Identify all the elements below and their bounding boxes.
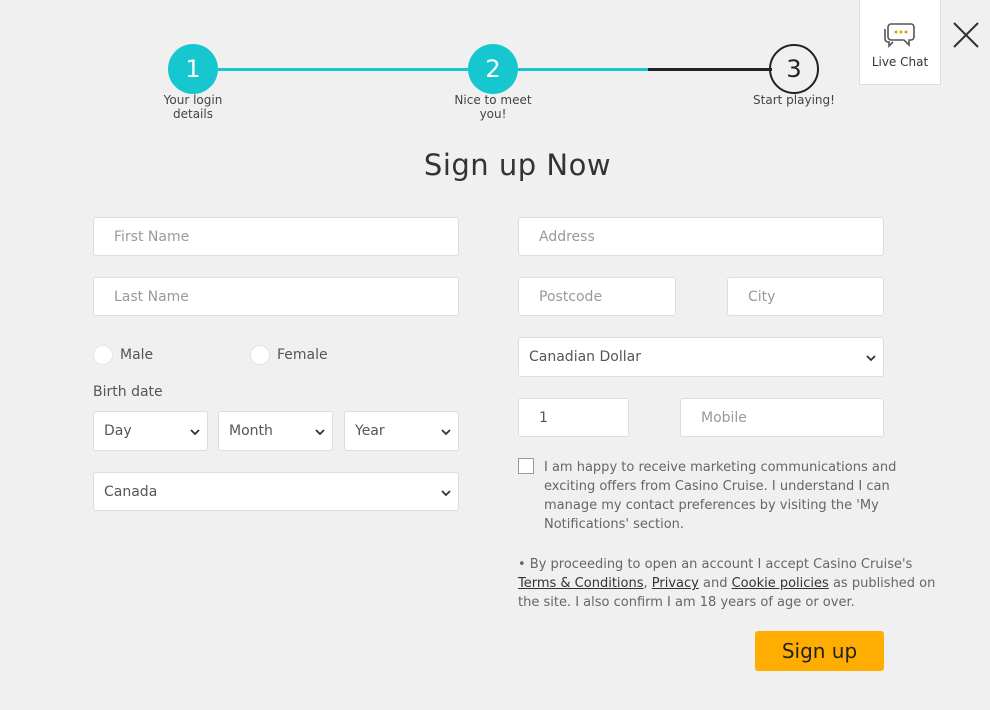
chevron-down-icon	[315, 429, 325, 436]
step-3-label: Start playing!	[753, 93, 835, 107]
postcode-input[interactable]	[518, 277, 676, 316]
birth-month-select[interactable]: Month	[218, 411, 333, 451]
birth-year-value: Year	[355, 423, 385, 439]
birth-day-value: Day	[104, 423, 132, 439]
chevron-down-icon	[190, 429, 200, 436]
gender-male-label: Male	[120, 347, 154, 363]
currency-value: Canadian Dollar	[529, 349, 641, 365]
step-2-circle: 2	[468, 44, 518, 94]
terms-and: and	[702, 576, 728, 591]
address-input[interactable]	[518, 217, 884, 256]
radio-circle[interactable]	[250, 345, 270, 365]
live-chat-button[interactable]: Live Chat	[859, 0, 941, 85]
step-1-number: 1	[185, 55, 201, 83]
gender-male-radio[interactable]: Male	[93, 345, 153, 365]
step-connector-2-3b	[648, 68, 772, 71]
step-3-circle: 3	[769, 44, 819, 94]
terms-notice: • By proceeding to open an account I acc…	[518, 557, 936, 610]
birth-date-label: Birth date	[93, 384, 163, 400]
terms-conditions-link[interactable]: Terms & Conditions	[518, 576, 644, 591]
step-connector-2-3a	[518, 68, 648, 71]
gender-female-label: Female	[277, 347, 328, 363]
gender-female-radio[interactable]: Female	[250, 345, 328, 365]
marketing-consent-text: I am happy to receive marketing communic…	[544, 460, 897, 532]
step-2-number: 2	[485, 55, 501, 83]
chat-bubbles-icon	[884, 23, 915, 48]
birth-month-value: Month	[229, 423, 273, 439]
page-title: Sign up Now	[423, 148, 612, 182]
cookie-policies-link[interactable]: Cookie policies	[732, 576, 829, 591]
step-connector-1-2	[218, 68, 474, 71]
mobile-input[interactable]	[680, 398, 884, 437]
step-3-number: 3	[786, 55, 802, 83]
step-2-label: Nice to meet you!	[454, 93, 532, 121]
birth-day-select[interactable]: Day	[93, 411, 208, 451]
step-1-label: Your login details	[163, 93, 223, 121]
step-1-circle: 1	[168, 44, 218, 94]
country-value: Canada	[104, 483, 158, 500]
chevron-down-icon	[441, 490, 451, 497]
phone-code-input[interactable]	[518, 398, 629, 437]
privacy-link[interactable]: Privacy	[652, 576, 699, 591]
birth-year-select[interactable]: Year	[344, 411, 459, 451]
radio-circle[interactable]	[93, 345, 113, 365]
close-icon[interactable]	[952, 21, 980, 49]
first-name-input[interactable]	[93, 217, 459, 256]
marketing-consent-checkbox[interactable]	[518, 458, 534, 474]
chevron-down-icon	[441, 429, 451, 436]
country-select[interactable]: Canada	[93, 472, 459, 511]
chevron-down-icon	[866, 355, 876, 362]
sign-up-button[interactable]: Sign up	[755, 631, 884, 671]
city-input[interactable]	[727, 277, 884, 316]
terms-prefix: • By proceeding to open an account I acc…	[518, 557, 913, 572]
last-name-input[interactable]	[93, 277, 459, 316]
live-chat-label: Live Chat	[871, 55, 929, 69]
currency-select[interactable]: Canadian Dollar	[518, 337, 884, 377]
